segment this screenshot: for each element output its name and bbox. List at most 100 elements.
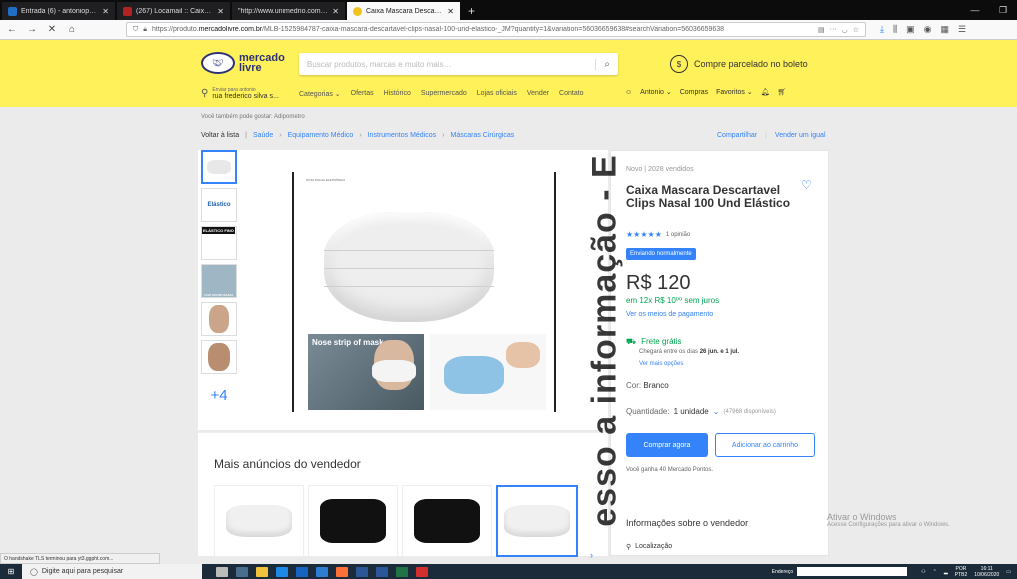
location-pin-icon: ⚲ bbox=[626, 544, 632, 551]
product-card[interactable] bbox=[402, 485, 492, 557]
compras-link[interactable]: Compras bbox=[680, 89, 708, 96]
payment-methods-link[interactable]: Ver os meios de pagamento bbox=[626, 311, 713, 318]
rating[interactable]: ★★★★★ 1 opinião bbox=[626, 230, 690, 239]
pocket-icon[interactable]: ◡ bbox=[842, 26, 848, 34]
thumbnail[interactable]: ELÁSTICO FINO bbox=[201, 226, 237, 260]
minimize-icon[interactable]: — bbox=[961, 5, 989, 15]
close-icon[interactable]: ✕ bbox=[447, 7, 454, 16]
more-options-link[interactable]: Ver mais opções bbox=[639, 361, 683, 367]
section-title: Mais anúncios do vendedor bbox=[214, 457, 361, 471]
bookmark-star-icon[interactable]: ☆ bbox=[853, 26, 859, 34]
search-input[interactable] bbox=[307, 59, 596, 69]
windows-start-icon[interactable]: ⊞ bbox=[0, 567, 22, 576]
sidebar-icon[interactable]: ▣ bbox=[906, 24, 915, 35]
also-liked[interactable]: Você também pode gostar: Adipometro bbox=[201, 114, 305, 120]
user-avatar-icon[interactable]: ☺ bbox=[625, 89, 632, 96]
clock[interactable]: 16:11 10/06/2020 bbox=[974, 566, 999, 578]
account-icon[interactable]: ◉ bbox=[924, 24, 932, 35]
nav-ofertas[interactable]: Ofertas bbox=[351, 90, 374, 98]
browser-tab-2[interactable]: (267) Locamail :: Caixa de entra ✕ bbox=[117, 2, 230, 20]
thumbnail[interactable]: Elástico bbox=[201, 188, 237, 222]
close-icon[interactable]: ✕ bbox=[332, 7, 339, 16]
thumbnail[interactable]: CLIP ACOTE NASAL bbox=[201, 264, 237, 298]
browser-tab-1[interactable]: Entrada (6) - antoniopanesi@h ✕ bbox=[2, 2, 115, 20]
people-icon[interactable]: ⚇ bbox=[921, 569, 925, 575]
back-arrow-icon[interactable]: ← bbox=[6, 24, 18, 35]
notification-icon[interactable]: ▭ bbox=[1006, 569, 1011, 575]
file-explorer-icon[interactable] bbox=[256, 566, 268, 577]
maximize-icon[interactable]: ❐ bbox=[989, 5, 1017, 16]
cart-icon[interactable]: 🛒︎ bbox=[778, 88, 787, 96]
app-icon[interactable] bbox=[316, 566, 328, 577]
heart-icon[interactable]: ♡ bbox=[801, 178, 812, 192]
product-card[interactable] bbox=[214, 485, 304, 557]
firefox-icon[interactable] bbox=[336, 566, 348, 577]
main-product-image[interactable]: NOTA FISCAL ELETRÔNICA Nose strip of mas… bbox=[292, 172, 556, 412]
word-icon[interactable] bbox=[376, 566, 388, 577]
favoritos-link[interactable]: Favoritos ⌄ bbox=[716, 88, 753, 96]
new-tab-icon[interactable]: + bbox=[460, 2, 483, 20]
product-card[interactable] bbox=[308, 485, 398, 557]
network-icon[interactable]: ▂ bbox=[944, 569, 948, 575]
hands-mask-image bbox=[430, 334, 546, 410]
stop-icon[interactable]: ✕ bbox=[46, 24, 58, 35]
thumbnail[interactable] bbox=[201, 150, 237, 184]
thumbnail[interactable] bbox=[201, 340, 237, 374]
mic-icon[interactable] bbox=[216, 566, 228, 577]
shield-icon[interactable]: ⛉ bbox=[133, 26, 138, 34]
search-icon[interactable]: ⌕ bbox=[595, 58, 610, 70]
app-icon[interactable] bbox=[356, 566, 368, 577]
nav-vender[interactable]: Vender bbox=[527, 90, 549, 98]
lock-icon[interactable]: 🔒︎ bbox=[143, 26, 147, 34]
product-card[interactable] bbox=[496, 485, 578, 557]
edge-icon[interactable] bbox=[296, 566, 308, 577]
nav-lojas-oficiais[interactable]: Lojas oficiais bbox=[477, 90, 517, 98]
share-link[interactable]: Compartilhar bbox=[717, 132, 757, 139]
reader-view-icon[interactable]: ▤ bbox=[818, 26, 825, 34]
nav-historico[interactable]: Histórico bbox=[384, 90, 411, 98]
breadcrumb-item[interactable]: Equipamento Médico bbox=[288, 132, 354, 139]
excel-icon[interactable] bbox=[396, 566, 408, 577]
page-actions-icon[interactable]: ··· bbox=[830, 26, 837, 33]
task-view-icon[interactable] bbox=[236, 566, 248, 577]
back-to-list-link[interactable]: Voltar à lista bbox=[201, 132, 239, 139]
taskbar-search[interactable]: ◯ Digite aqui para pesquisar bbox=[22, 564, 202, 579]
nav-contato[interactable]: Contato bbox=[559, 90, 584, 98]
nav-categorias[interactable]: Categorias ⌄ bbox=[299, 90, 341, 98]
store-icon[interactable] bbox=[276, 566, 288, 577]
nav-supermercado[interactable]: Supermercado bbox=[421, 90, 467, 98]
sell-same-link[interactable]: Vender um igual bbox=[775, 132, 826, 139]
add-to-cart-button[interactable]: Adicionar ao carrinho bbox=[715, 433, 815, 457]
carousel-next-icon[interactable]: › bbox=[590, 550, 593, 560]
quantity-selector[interactable]: Quantidade: 1 unidade ⌄ (47968 disponíve… bbox=[626, 407, 776, 416]
browser-tab-3[interactable]: "http://www.unimedrio.com.br/in ✕ bbox=[232, 2, 345, 20]
acrobat-icon[interactable] bbox=[416, 566, 428, 577]
chevron-up-icon[interactable]: ⌃ bbox=[933, 569, 937, 575]
language-indicator[interactable]: POR PTB2 bbox=[955, 566, 968, 578]
more-thumbnails[interactable]: +4 bbox=[201, 378, 237, 412]
bell-icon[interactable]: 🔔︎ bbox=[761, 88, 770, 96]
breadcrumb-item[interactable]: Saúde bbox=[253, 132, 273, 139]
extension-icon[interactable]: ▦ bbox=[941, 24, 950, 35]
promo-banner[interactable]: $ Compre parcelado no boleto bbox=[670, 55, 808, 73]
shipping-address[interactable]: ⚲ Enviar para antonio rua frederico silv… bbox=[201, 87, 279, 100]
breadcrumb-item[interactable]: Máscaras Cirúrgicas bbox=[451, 132, 515, 139]
buy-now-button[interactable]: Comprar agora bbox=[626, 433, 708, 457]
url-text: https://produto.mercadolivre.com.br/MLB-… bbox=[151, 26, 725, 33]
search-box[interactable]: ⌕ bbox=[299, 53, 618, 75]
thumbnail-list: Elástico ELÁSTICO FINO CLIP ACOTE NASAL … bbox=[201, 150, 237, 416]
mercadolivre-logo[interactable]: 🤝︎ mercado livre bbox=[201, 52, 285, 74]
thumbnail[interactable] bbox=[201, 302, 237, 336]
address-input[interactable] bbox=[797, 567, 908, 576]
address-bar[interactable]: ⛉ 🔒︎ https://produto.mercadolivre.com.br… bbox=[126, 22, 866, 37]
menu-icon[interactable]: ☰ bbox=[958, 24, 966, 35]
browser-tab-4[interactable]: Caixa Mascara Descartavel Clip ✕ bbox=[347, 2, 460, 20]
user-name[interactable]: Antonio ⌄ bbox=[640, 88, 672, 96]
home-icon[interactable]: ⌂ bbox=[66, 24, 78, 35]
breadcrumb-item[interactable]: Instrumentos Médicos bbox=[368, 132, 436, 139]
close-icon[interactable]: ✕ bbox=[217, 7, 224, 16]
close-icon[interactable]: ✕ bbox=[102, 7, 109, 16]
forward-arrow-icon[interactable]: → bbox=[26, 24, 38, 35]
library-icon[interactable]: ⫼ bbox=[893, 24, 897, 35]
download-icon[interactable]: ⤓ bbox=[880, 24, 884, 35]
